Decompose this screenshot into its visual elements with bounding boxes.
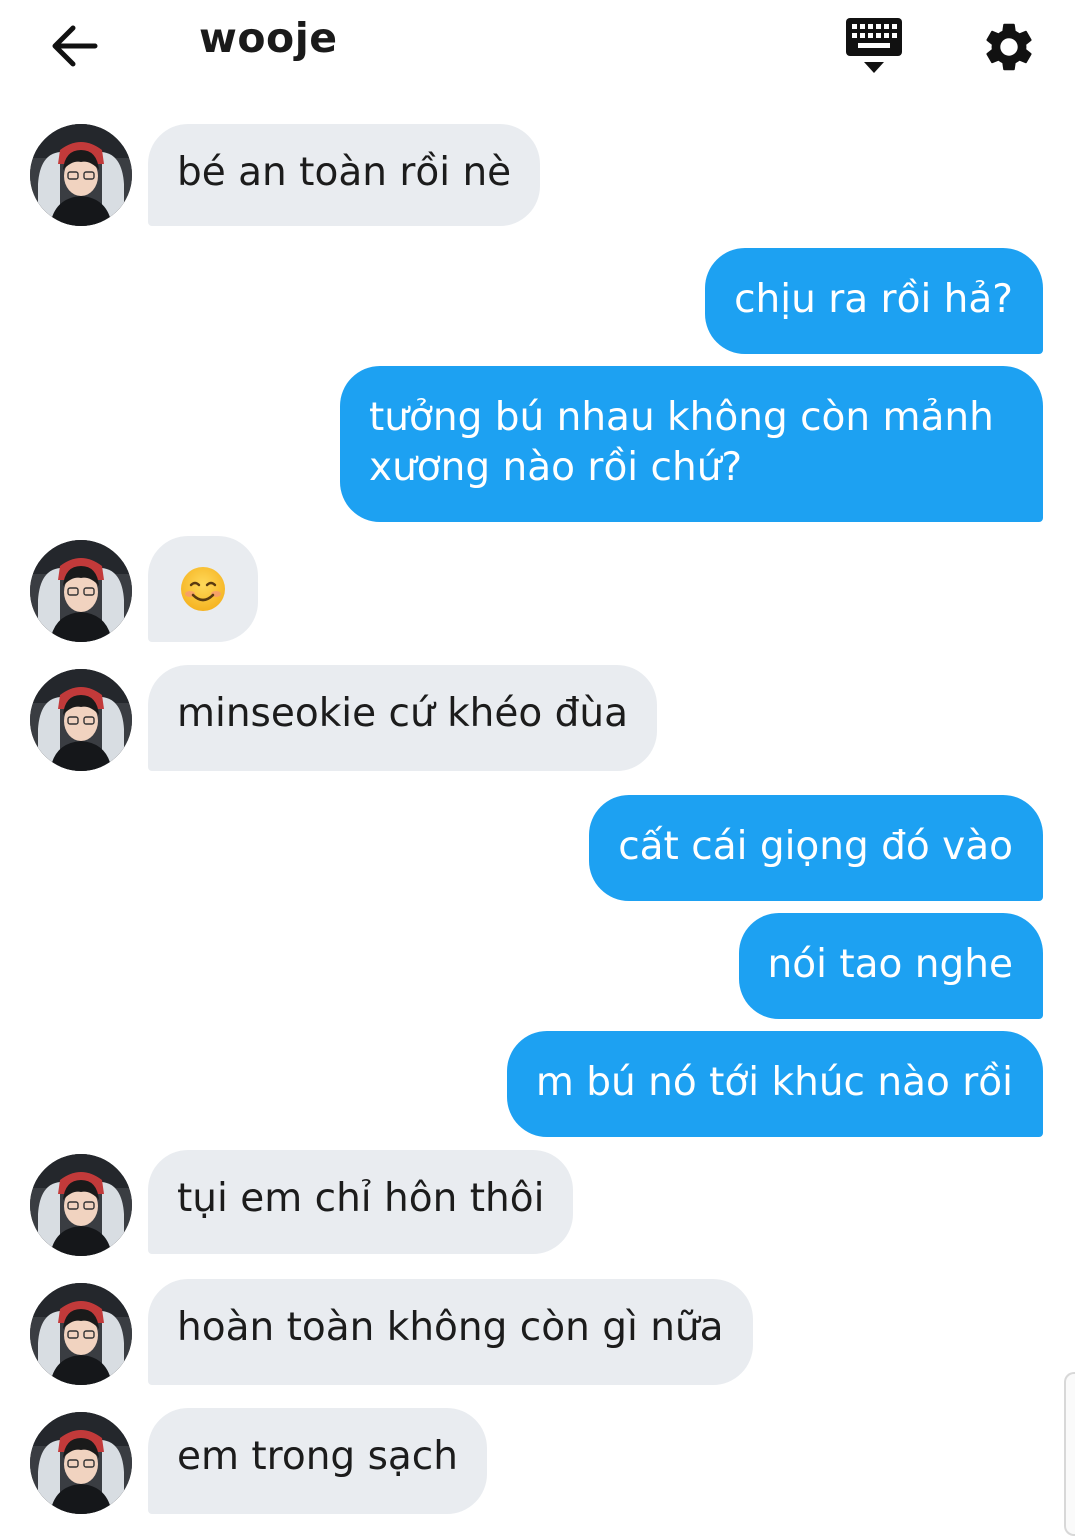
avatar[interactable] bbox=[30, 540, 132, 642]
outgoing-message[interactable]: cất cái giọng đó vào bbox=[589, 795, 1043, 901]
incoming-message[interactable]: em trong sạch bbox=[148, 1408, 487, 1514]
keyboard-button[interactable] bbox=[840, 14, 908, 80]
avatar[interactable] bbox=[30, 1412, 132, 1514]
message-text: tụi em chỉ hôn thôi bbox=[177, 1176, 545, 1221]
back-button[interactable] bbox=[44, 18, 104, 74]
message-text: hoàn toàn không còn gì nữa bbox=[177, 1305, 724, 1350]
message-text: bé an toàn rồi nè bbox=[177, 150, 512, 195]
settings-button[interactable] bbox=[976, 14, 1042, 80]
chat-header: wooje bbox=[0, 0, 1075, 92]
gear-icon bbox=[986, 23, 1032, 71]
scroll-handle[interactable] bbox=[1064, 1372, 1075, 1536]
message-text: m bú nó tới khúc nào rồi bbox=[535, 1060, 1013, 1105]
outgoing-message[interactable]: chịu ra rồi hả? bbox=[705, 248, 1043, 354]
outgoing-message[interactable]: m bú nó tới khúc nào rồi bbox=[506, 1031, 1043, 1137]
incoming-message[interactable]: minseokie cứ khéo đùa bbox=[148, 665, 658, 771]
message-text: em trong sạch bbox=[177, 1434, 458, 1479]
message-text: tưởng bú nhau không còn mảnh xương nào r… bbox=[369, 395, 994, 490]
incoming-message[interactable]: bé an toàn rồi nè bbox=[148, 124, 541, 226]
message-text: nói tao nghe bbox=[767, 942, 1013, 987]
keyboard-icon bbox=[846, 18, 902, 73]
avatar[interactable] bbox=[30, 1283, 132, 1385]
avatar[interactable] bbox=[30, 669, 132, 771]
incoming-message[interactable]: hoàn toàn không còn gì nữa bbox=[148, 1279, 753, 1385]
message-text: chịu ra rồi hả? bbox=[734, 277, 1013, 322]
message-text: minseokie cứ khéo đùa bbox=[177, 691, 629, 736]
avatar[interactable] bbox=[30, 1154, 132, 1256]
incoming-message[interactable]: tụi em chỉ hôn thôi bbox=[148, 1150, 574, 1254]
arrow-left-icon bbox=[52, 25, 98, 67]
outgoing-message[interactable]: tưởng bú nhau không còn mảnh xương nào r… bbox=[340, 366, 1043, 522]
message-text: cất cái giọng đó vào bbox=[618, 824, 1013, 869]
outgoing-message[interactable]: nói tao nghe bbox=[738, 913, 1043, 1019]
smiling-face-icon bbox=[181, 567, 225, 611]
incoming-message[interactable] bbox=[148, 536, 258, 642]
avatar[interactable] bbox=[30, 124, 132, 226]
conversation-title: wooje bbox=[199, 14, 338, 62]
